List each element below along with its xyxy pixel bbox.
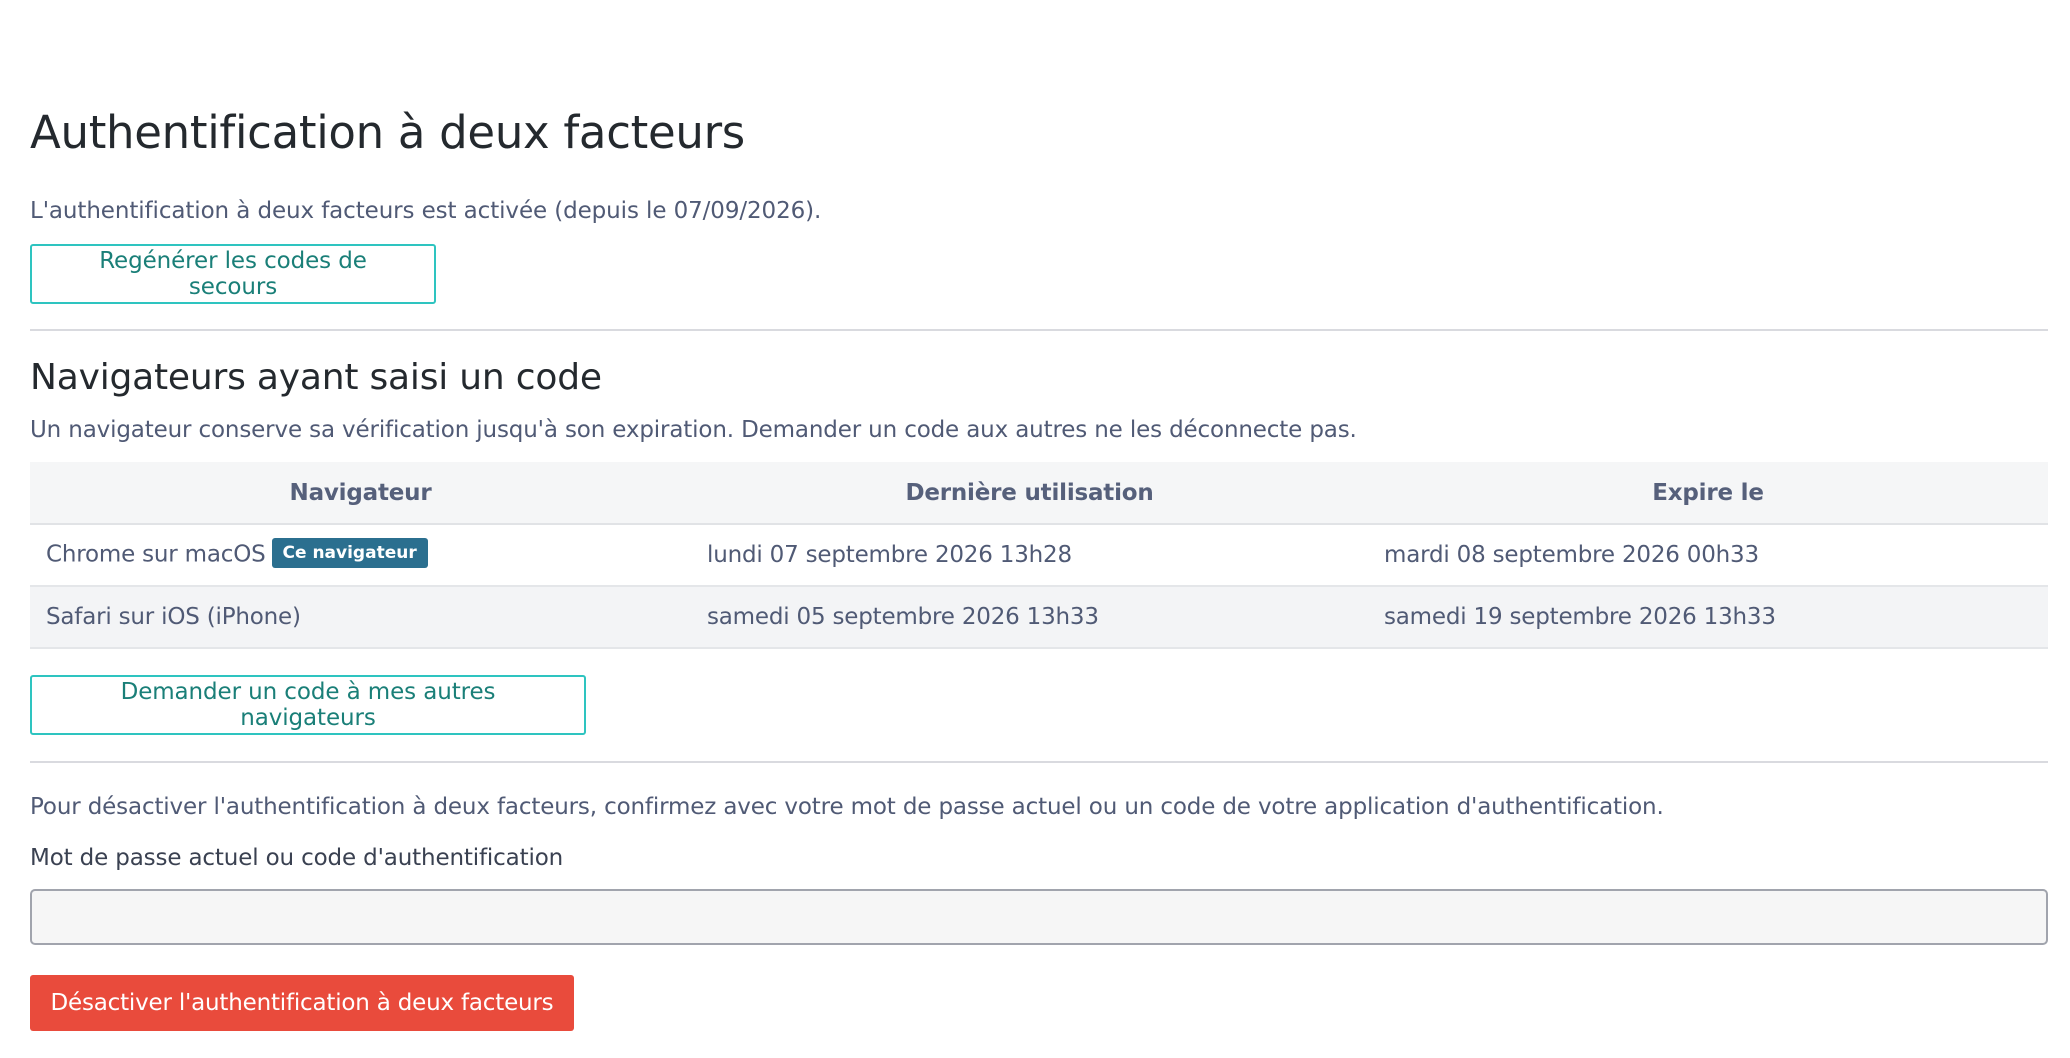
browser-cell: Safari sur iOS (iPhone) (30, 586, 691, 649)
two-factor-status-text: L'authentification à deux facteurs est a… (30, 198, 822, 224)
two-factor-settings-page: Authentification à deux facteurs L'authe… (0, 0, 2070, 1058)
page-title: Authentification à deux facteurs (30, 106, 745, 159)
browsers-table: Navigateur Dernière utilisation Expire l… (30, 462, 2048, 649)
browser-cell: Chrome sur macOS Ce navigateur (30, 524, 691, 587)
deactivate-help-text: Pour désactiver l'authentification à deu… (30, 794, 1664, 820)
regenerate-backup-codes-button[interactable]: Regénérer les codes de secours (30, 244, 436, 304)
expires-cell: samedi 19 septembre 2026 13h33 (1368, 586, 2048, 649)
last-used-cell: lundi 07 septembre 2026 13h28 (691, 524, 1368, 587)
browsers-section-title: Navigateurs ayant saisi un code (30, 357, 602, 398)
password-or-code-input[interactable] (30, 889, 2048, 945)
browsers-help-text: Un navigateur conserve sa vérification j… (30, 417, 1357, 443)
deactivate-two-factor-button[interactable]: Désactiver l'authentification à deux fac… (30, 975, 574, 1031)
expires-cell: mardi 08 septembre 2026 00h33 (1368, 524, 2048, 587)
current-browser-badge: Ce navigateur (271, 538, 428, 568)
table-row: Chrome sur macOS Ce navigateur lundi 07 s… (30, 524, 2048, 587)
column-header-expires: Expire le (1368, 462, 2048, 525)
section-divider (30, 329, 2048, 331)
password-or-code-label: Mot de passe actuel ou code d'authentifi… (30, 845, 564, 871)
section-divider (30, 761, 2048, 763)
last-used-cell: samedi 05 septembre 2026 13h33 (691, 586, 1368, 649)
browser-name: Chrome sur macOS (46, 541, 266, 568)
browser-name: Safari sur iOS (iPhone) (46, 604, 301, 630)
table-row: Safari sur iOS (iPhone) samedi 05 septem… (30, 586, 2048, 649)
table-header-row: Navigateur Dernière utilisation Expire l… (30, 462, 2048, 525)
column-header-browser: Navigateur (30, 462, 691, 525)
request-code-other-browsers-button[interactable]: Demander un code à mes autres navigateur… (30, 675, 586, 735)
column-header-last-used: Dernière utilisation (691, 462, 1368, 525)
